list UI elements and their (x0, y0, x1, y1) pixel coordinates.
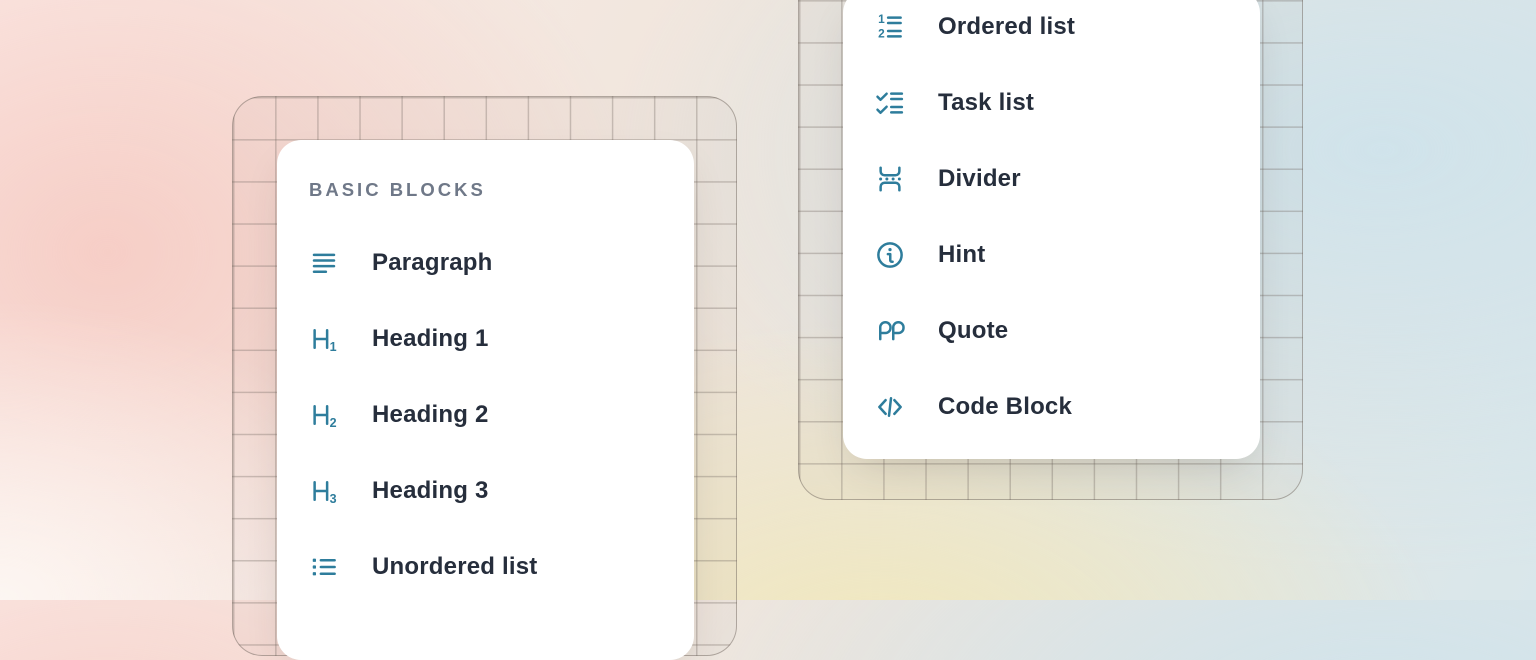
task-list-icon (875, 88, 905, 118)
menu-item-label: Code Block (938, 393, 1072, 421)
menu-item-label: Heading 1 (372, 325, 489, 353)
section-label-basic-blocks: BASIC BLOCKS (309, 180, 662, 200)
menu-item-label: Quote (938, 317, 1008, 345)
code-block-icon (875, 392, 905, 422)
menu-item-heading-2[interactable]: 2 Heading 2 (309, 377, 662, 453)
blocks-item-list: 12 Ordered list Task list Divider Hint Quote C… (875, 0, 1228, 445)
unordered-list-icon (309, 552, 339, 582)
menu-item-quote[interactable]: Quote (875, 293, 1228, 369)
menu-item-label: Unordered list (372, 553, 538, 581)
svg-text:3: 3 (330, 492, 337, 506)
basic-blocks-menu: BASIC BLOCKS Paragraph 1 Heading 1 2 Heading… (277, 140, 694, 660)
heading-2-icon: 2 (309, 400, 339, 430)
menu-item-label: Heading 2 (372, 401, 489, 429)
menu-item-task-list[interactable]: Task list (875, 65, 1228, 141)
svg-text:1: 1 (878, 12, 885, 26)
menu-item-heading-1[interactable]: 1 Heading 1 (309, 301, 662, 377)
menu-item-hint[interactable]: Hint (875, 217, 1228, 293)
menu-item-label: Ordered list (938, 13, 1075, 41)
svg-text:2: 2 (878, 26, 885, 40)
menu-item-label: Heading 3 (372, 477, 489, 505)
heading-1-icon: 1 (309, 324, 339, 354)
svg-text:2: 2 (330, 416, 337, 430)
quote-icon (875, 316, 905, 346)
menu-item-label: Task list (938, 89, 1034, 117)
basic-blocks-item-list: Paragraph 1 Heading 1 2 Heading 2 3 Heading 3 U… (309, 225, 662, 605)
svg-text:1: 1 (330, 340, 337, 354)
paragraph-icon (309, 248, 339, 278)
menu-item-ordered-list[interactable]: 12 Ordered list (875, 0, 1228, 65)
blocks-menu-continued: 12 Ordered list Task list Divider Hint Quote C… (843, 0, 1260, 459)
hint-icon (875, 240, 905, 270)
menu-item-heading-3[interactable]: 3 Heading 3 (309, 453, 662, 529)
menu-item-code-block[interactable]: Code Block (875, 369, 1228, 445)
menu-item-divider[interactable]: Divider (875, 141, 1228, 217)
hero-background: { "colors":{ "accent":"#2e7d9c", "item_t… (0, 0, 1536, 600)
ordered-list-icon: 12 (875, 12, 905, 42)
heading-3-icon: 3 (309, 476, 339, 506)
menu-item-label: Divider (938, 165, 1021, 193)
menu-item-unordered-list[interactable]: Unordered list (309, 529, 662, 605)
menu-item-paragraph[interactable]: Paragraph (309, 225, 662, 301)
divider-icon (875, 164, 905, 194)
menu-item-label: Hint (938, 241, 985, 269)
menu-item-label: Paragraph (372, 249, 493, 277)
